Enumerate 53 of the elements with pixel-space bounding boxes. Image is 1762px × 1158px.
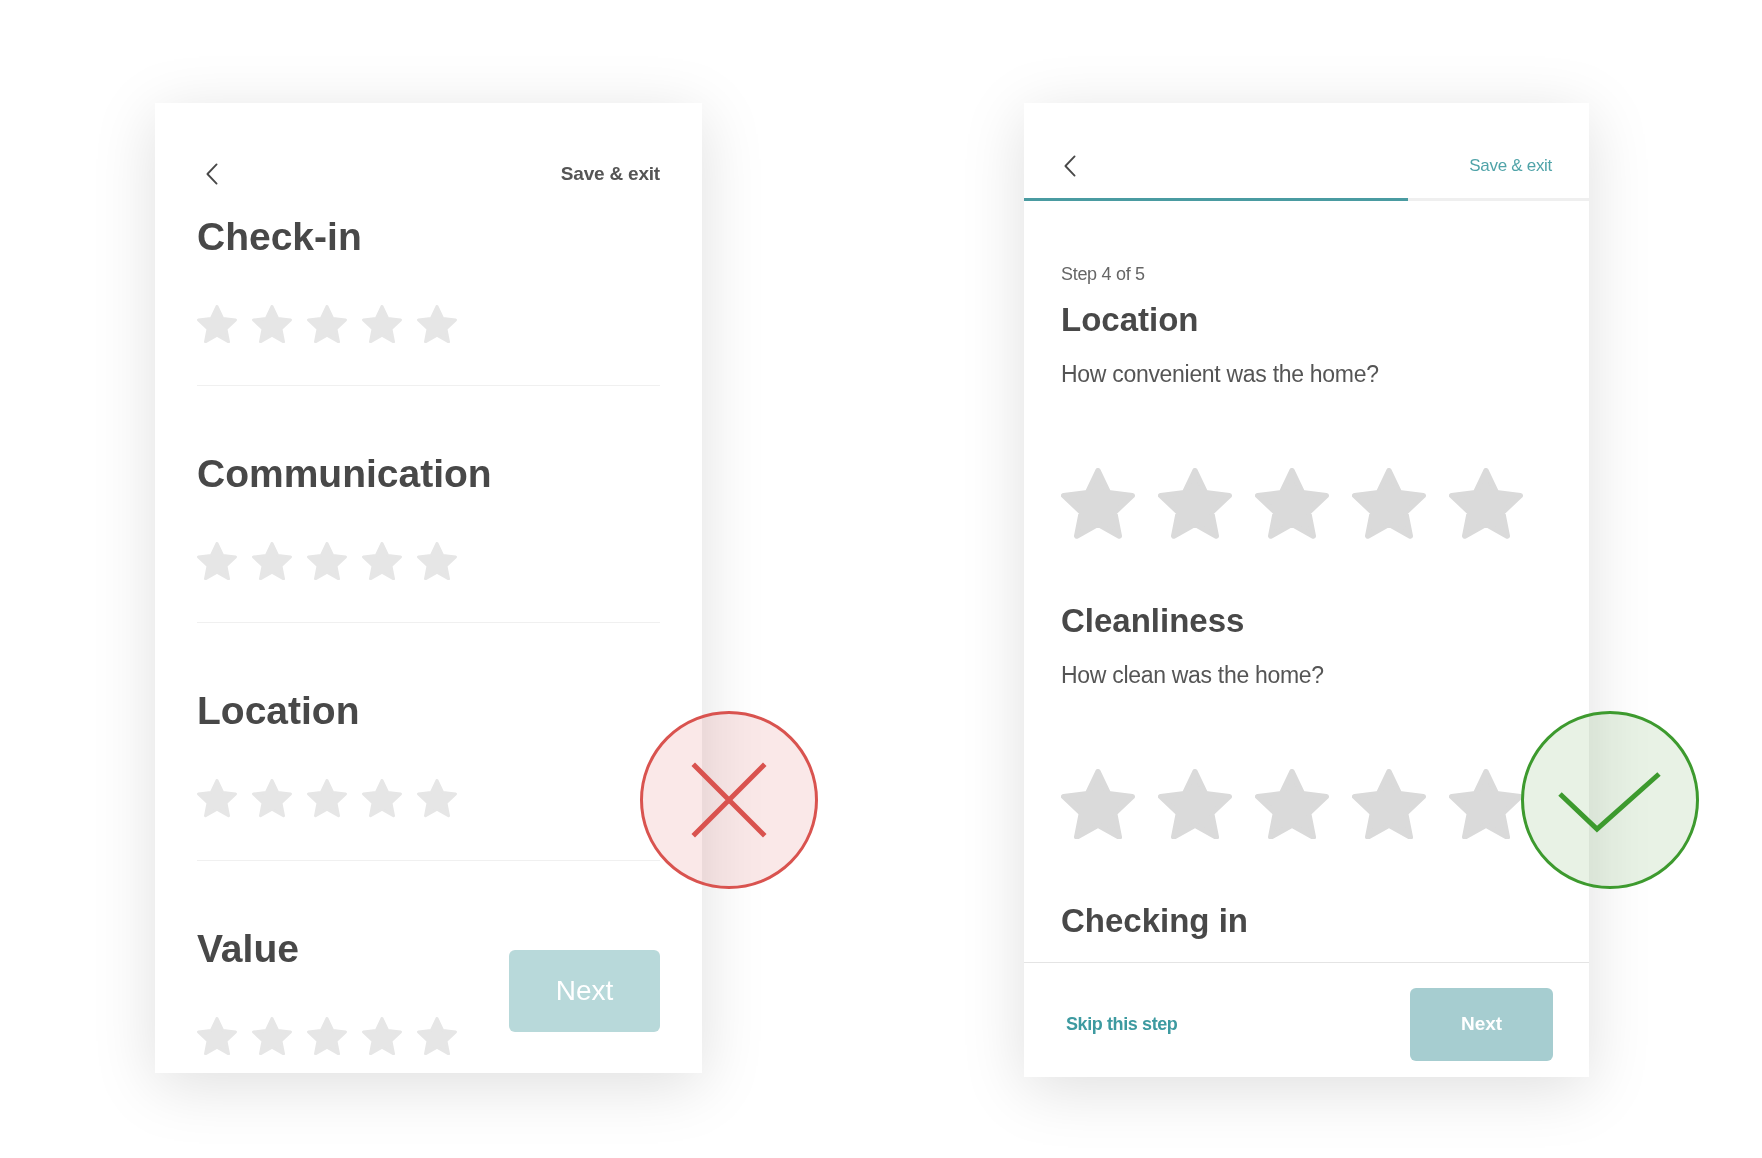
star-icon[interactable] — [307, 779, 347, 818]
star-icon[interactable] — [252, 305, 292, 344]
star-icon[interactable] — [1449, 468, 1523, 539]
star-rating[interactable] — [197, 305, 457, 344]
save-exit-link[interactable]: Save & exit — [560, 159, 660, 189]
star-rating[interactable] — [197, 542, 457, 581]
star-icon[interactable] — [417, 779, 457, 818]
star-icon[interactable] — [197, 1016, 237, 1055]
section-title: Check-in — [197, 214, 362, 260]
star-icon[interactable] — [1255, 768, 1329, 840]
section-title: Value — [197, 925, 299, 972]
star-icon[interactable] — [362, 779, 402, 818]
step-label: Step 4 of 5 — [1061, 263, 1145, 286]
cross-circle-icon — [640, 711, 818, 889]
star-icon[interactable] — [307, 542, 347, 581]
star-rating[interactable] — [197, 1016, 457, 1055]
section-title: Checking in — [1061, 901, 1249, 942]
star-icon[interactable] — [1158, 468, 1232, 539]
star-rating[interactable] — [1061, 768, 1523, 840]
star-icon[interactable] — [1061, 468, 1135, 539]
star-rating[interactable] — [197, 779, 457, 818]
star-icon[interactable] — [1255, 468, 1329, 539]
section-question: How convenient was the home? — [1061, 360, 1379, 389]
section-title: Communication — [197, 451, 492, 498]
star-icon[interactable] — [307, 1016, 347, 1055]
star-icon[interactable] — [197, 542, 237, 581]
star-icon[interactable] — [252, 779, 292, 818]
back-chevron-icon[interactable] — [1064, 154, 1076, 177]
section-question: How clean was the home? — [1061, 660, 1324, 690]
section-title: Cleanliness — [1061, 600, 1245, 641]
check-circle-icon — [1521, 711, 1699, 889]
star-icon[interactable] — [252, 1016, 292, 1055]
star-icon[interactable] — [197, 779, 237, 818]
star-icon[interactable] — [1158, 768, 1232, 840]
star-icon[interactable] — [1352, 468, 1426, 539]
star-icon[interactable] — [417, 542, 457, 581]
star-icon[interactable] — [417, 1016, 457, 1055]
skip-step-link[interactable]: Skip this step — [1066, 1010, 1178, 1038]
section-title: Location — [197, 688, 360, 735]
save-exit-link[interactable]: Save & exit — [1469, 152, 1552, 179]
star-icon[interactable] — [307, 305, 347, 344]
star-icon[interactable] — [197, 305, 237, 344]
star-icon[interactable] — [362, 542, 402, 581]
back-chevron-icon[interactable] — [206, 163, 218, 185]
section-title: Location — [1061, 300, 1199, 340]
star-icon[interactable] — [1352, 768, 1426, 840]
star-icon[interactable] — [417, 305, 457, 344]
star-icon[interactable] — [1449, 768, 1523, 840]
star-icon[interactable] — [1061, 768, 1135, 840]
star-icon[interactable] — [362, 1016, 402, 1055]
star-icon[interactable] — [252, 542, 292, 581]
star-icon[interactable] — [362, 305, 402, 344]
star-rating[interactable] — [1061, 468, 1523, 539]
